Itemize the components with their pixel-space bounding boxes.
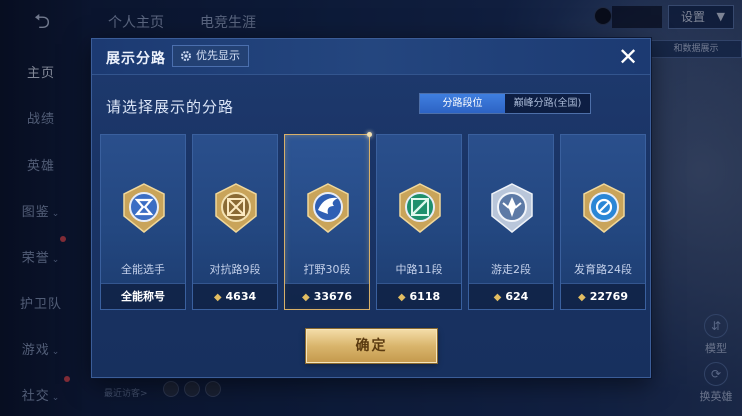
points-icon: ◆ bbox=[397, 292, 406, 303]
lane-card[interactable]: 全能选手 全能称号 bbox=[100, 134, 186, 310]
lane-points: 33676 bbox=[313, 290, 352, 303]
points-icon: ◆ bbox=[213, 292, 222, 303]
lane-rank: 游走2段 bbox=[491, 263, 531, 276]
lane-card-selected[interactable]: 打野30段 ◆ 33676 bbox=[284, 132, 372, 310]
points-icon: ◆ bbox=[302, 292, 310, 303]
roam-emblem-icon bbox=[488, 182, 536, 234]
lane-footer: 全能称号 bbox=[101, 283, 185, 309]
priority-display-chip[interactable]: 优先显示 bbox=[172, 45, 249, 67]
toggle-lane-rank[interactable]: 分路段位 bbox=[420, 94, 505, 113]
points-icon: ◆ bbox=[578, 292, 586, 303]
lane-card[interactable]: 发育路24段 ◆ 22769 bbox=[560, 134, 646, 310]
dialog-title: 展示分路 bbox=[106, 51, 166, 67]
lane-type-toggle: 分路段位 巅峰分路(全国) bbox=[419, 93, 591, 114]
dialog-header: 展示分路 优先显示 ✕ bbox=[92, 39, 650, 75]
lane-footer: ◆ 624 bbox=[469, 283, 553, 309]
lane-card[interactable]: 游走2段 ◆ 624 bbox=[468, 134, 554, 310]
lane-rank: 对抗路9段 bbox=[209, 263, 261, 276]
clash-lane-emblem-icon bbox=[212, 182, 260, 234]
lane-footer: ◆ 33676 bbox=[285, 283, 369, 309]
lane-cards: 全能选手 全能称号 对抗路9段 ◆ 4634 打野30段 ◆ 33676 中路1… bbox=[100, 132, 646, 310]
gear-icon bbox=[181, 51, 191, 61]
selection-marker bbox=[367, 132, 372, 137]
mid-lane-emblem-icon bbox=[396, 182, 444, 234]
lane-points: 4634 bbox=[225, 290, 257, 303]
lane-footer: ◆ 22769 bbox=[561, 283, 645, 309]
lane-points: 624 bbox=[505, 290, 529, 303]
points-icon: ◆ bbox=[493, 292, 502, 303]
lane-title: 全能称号 bbox=[121, 290, 165, 303]
all-round-emblem-icon bbox=[120, 182, 168, 234]
lane-points: 6118 bbox=[409, 290, 441, 303]
dialog-subtitle: 请选择展示的分路 bbox=[106, 98, 235, 116]
lane-footer: ◆ 6118 bbox=[377, 283, 461, 309]
lane-display-dialog: 展示分路 优先显示 ✕ 请选择展示的分路 分路段位 巅峰分路(全国) 全能选手 bbox=[91, 38, 651, 378]
lane-footer: ◆ 4634 bbox=[193, 283, 277, 309]
confirm-button[interactable]: 确定 bbox=[306, 329, 437, 363]
lane-rank: 中路11段 bbox=[395, 263, 443, 276]
lane-rank: 打野30段 bbox=[303, 263, 351, 276]
priority-label: 优先显示 bbox=[196, 49, 240, 62]
close-icon[interactable]: ✕ bbox=[614, 43, 642, 71]
lane-card[interactable]: 对抗路9段 ◆ 4634 bbox=[192, 134, 278, 310]
lane-rank: 全能选手 bbox=[121, 263, 165, 276]
jungle-emblem-icon bbox=[304, 182, 352, 234]
lane-rank: 发育路24段 bbox=[574, 263, 632, 276]
lane-card[interactable]: 中路11段 ◆ 6118 bbox=[376, 134, 462, 310]
toggle-peak-lane[interactable]: 巅峰分路(全国) bbox=[505, 94, 590, 113]
farm-lane-emblem-icon bbox=[580, 182, 628, 234]
lane-points: 22769 bbox=[589, 290, 628, 303]
